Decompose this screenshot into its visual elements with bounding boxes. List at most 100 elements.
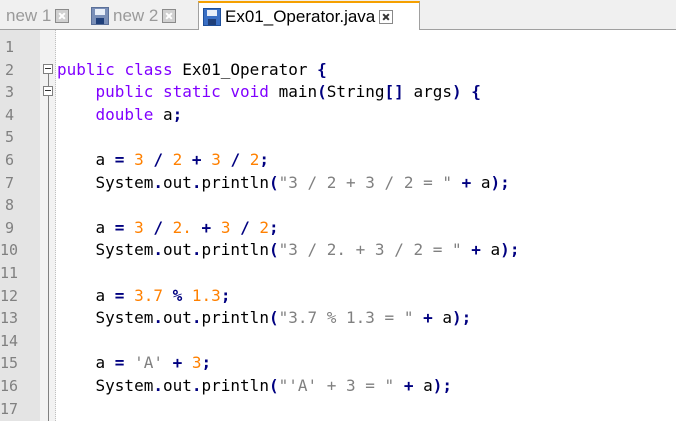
operator: =	[114, 353, 125, 373]
number: 2	[259, 217, 270, 237]
identifier: Ex01_Operator	[172, 59, 318, 79]
code-text: public static void main(String[] args) {	[57, 81, 481, 104]
string-literal: "3 / 2 + 3 / 2 = "	[278, 172, 452, 192]
tab-label: new 2	[113, 5, 159, 25]
operator: +	[172, 353, 183, 373]
operator: +	[201, 217, 212, 237]
dot: .	[191, 240, 202, 260]
identifier: a	[95, 217, 115, 237]
identifier: System	[95, 172, 154, 192]
code-line: 1	[0, 36, 676, 59]
code-line: 3 public static void main(String[] args)…	[0, 81, 676, 104]
operator: /	[230, 149, 241, 169]
semicolon: ;	[269, 217, 279, 237]
line-number: 2	[4, 60, 14, 79]
keyword: static	[162, 82, 221, 102]
code-line: 17	[0, 398, 676, 421]
tab-ex01-operator-java[interactable]: Ex01_Operator.java	[198, 1, 420, 30]
identifier: System	[95, 240, 154, 260]
tab-new-1[interactable]: new 1	[2, 2, 86, 29]
number: 3.7	[134, 285, 163, 305]
identifier: a	[153, 104, 173, 124]
dot: .	[191, 308, 202, 328]
semicolon: ;	[500, 172, 510, 192]
identifier: main	[268, 82, 318, 102]
number: 3	[134, 217, 144, 237]
code-line: 5	[0, 126, 676, 149]
operator: /	[153, 149, 163, 169]
code-line: 11	[0, 262, 676, 285]
code-line: 2 public class Ex01_Operator {	[0, 59, 676, 82]
code-text: System.out.println("3.7 % 1.3 = " + a);	[57, 307, 472, 330]
save-icon	[203, 7, 221, 26]
identifier: out	[162, 375, 192, 395]
identifier: System	[95, 308, 154, 328]
keyword: public	[57, 59, 115, 79]
operator: /	[153, 217, 163, 237]
number: 2	[249, 149, 260, 169]
line-number: 14	[0, 331, 19, 350]
fold-toggle-icon[interactable]	[43, 63, 53, 74]
tab-label: Ex01_Operator.java	[225, 6, 376, 26]
identifier: out	[162, 172, 192, 192]
identifier: println	[201, 240, 269, 260]
string-literal: "'A' + 3 = "	[278, 375, 395, 395]
identifier: out	[162, 240, 192, 260]
string-literal: "3 / 2. + 3 / 2 = "	[278, 240, 462, 260]
brace: {	[471, 82, 481, 102]
code-text: a = 3 / 2 + 3 / 2;	[57, 149, 270, 172]
semicolon: ;	[461, 308, 472, 328]
code-line: 8	[0, 194, 676, 217]
fold-toggle-icon[interactable]	[43, 86, 53, 97]
identifier: String	[326, 82, 385, 102]
identifier: println	[201, 375, 269, 395]
keyword: public	[95, 82, 154, 102]
operator: /	[240, 217, 250, 237]
code-text: System.out.println("3 / 2 + 3 / 2 = " + …	[57, 172, 510, 195]
tab-new-2[interactable]: new 2	[88, 2, 196, 29]
identifier: out	[162, 308, 192, 328]
operator: =	[114, 285, 125, 305]
line-number: 1	[4, 38, 14, 56]
dot: .	[191, 172, 202, 192]
close-icon[interactable]	[379, 9, 394, 24]
line-number: 17	[0, 399, 19, 418]
paren: )	[451, 82, 462, 102]
paren: (	[268, 375, 279, 395]
identifier: a	[480, 240, 501, 260]
paren: (	[268, 240, 279, 260]
char-literal: 'A'	[134, 353, 163, 373]
identifier: println	[201, 308, 269, 328]
semicolon: ;	[509, 240, 520, 260]
line-number: 12	[0, 286, 19, 305]
line-number: 5	[4, 128, 14, 147]
number: 3	[134, 149, 144, 169]
paren: )	[490, 172, 501, 192]
semicolon: ;	[201, 353, 212, 373]
code-text: a = 3 / 2. + 3 / 2;	[57, 217, 279, 240]
operator: =	[114, 217, 125, 237]
code-text: a = 3.7 % 1.3;	[57, 285, 231, 308]
code-line: 6 a = 3 / 2 + 3 / 2;	[0, 149, 676, 172]
code-line: 12 a = 3.7 % 1.3;	[0, 285, 676, 308]
line-number: 11	[0, 263, 19, 282]
code-line: 9 a = 3 / 2. + 3 / 2;	[0, 217, 676, 240]
operator: +	[191, 149, 202, 169]
paren: )	[500, 240, 510, 260]
code-text: a = 'A' + 3;	[57, 352, 212, 375]
paren: (	[268, 172, 279, 192]
brace: {	[317, 59, 327, 79]
identifier: a	[432, 308, 452, 328]
dot: .	[191, 375, 202, 395]
semicolon: ;	[220, 285, 231, 305]
operator: %	[172, 285, 183, 305]
line-number: 16	[0, 376, 19, 395]
close-icon[interactable]	[162, 8, 177, 23]
tab-bar: new 1 new 2 Ex01_Operator.java	[0, 0, 676, 30]
close-icon[interactable]	[55, 8, 70, 23]
tab-label: new 1	[6, 5, 52, 25]
code-line: 15 a = 'A' + 3;	[0, 352, 676, 375]
identifier: args	[403, 82, 452, 102]
dot: .	[153, 240, 163, 260]
code-editor[interactable]: 1 2 public class Ex01_Operator { 3 publi…	[0, 30, 676, 421]
